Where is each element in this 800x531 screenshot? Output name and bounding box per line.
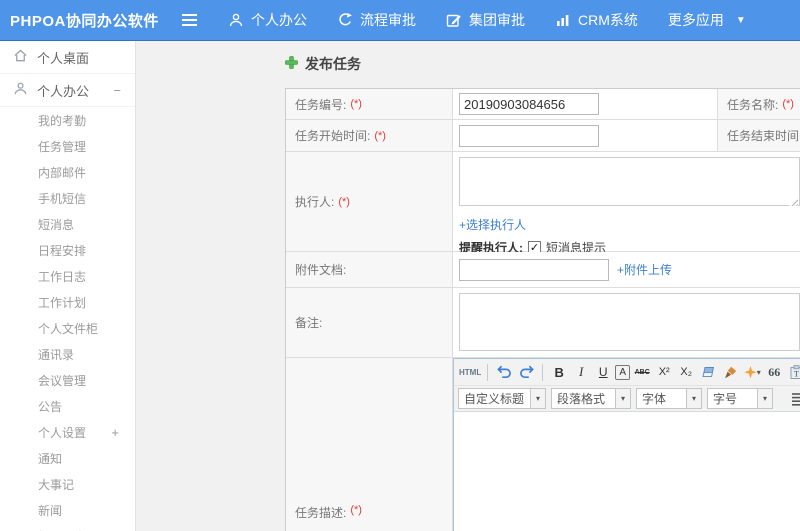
paste-clipboard-icon[interactable]: T (786, 362, 800, 382)
paragraph-format-select[interactable]: 段落格式 ▾ (551, 388, 631, 409)
description-label: 任务描述: (*) (286, 358, 453, 531)
sidebar: 个人桌面 个人办公 − 我的考勤 任务管理 内部邮件 手机短信 短消息 日程安排… (0, 41, 136, 531)
edit-square-icon (446, 12, 462, 28)
subscript-button[interactable]: X₂ (676, 362, 696, 382)
app-logo: PHPOA协同办公软件 (10, 12, 159, 30)
form-row: 备注: (286, 288, 800, 358)
bold-button[interactable]: B (549, 362, 569, 382)
form-row: 任务编号:(*) 任务名称:(*) (286, 89, 800, 120)
sidebar-item[interactable]: 会议管理 (0, 367, 135, 393)
attachment-input[interactable] (459, 258, 609, 281)
sidebar-item[interactable]: 我的考勤 (0, 107, 135, 133)
collapse-icon[interactable]: − (113, 83, 121, 98)
nav-crm-system[interactable]: CRM系统 (555, 10, 638, 30)
eraser-icon[interactable] (698, 362, 718, 382)
remark-label: 备注: (286, 288, 453, 357)
strikethrough-button[interactable]: ABC (632, 362, 652, 382)
undo-icon[interactable] (494, 362, 514, 382)
app-window: PHPOA协同办公软件 个人办公 流程审批 集团审批 CRM系统 更多应用 ▼ … (0, 0, 800, 531)
task-name-label: 任务名称: (*) (718, 89, 800, 119)
attachment-label: 附件文档: (286, 252, 453, 287)
sidebar-item-personal-office[interactable]: 个人办公 − (0, 74, 135, 107)
publish-task-form: 任务编号:(*) 任务名称:(*) 任务开始时间:(*) (285, 88, 800, 531)
sidebar-item[interactable]: 通知 (0, 445, 135, 471)
font-style-button[interactable]: A (615, 364, 631, 380)
start-time-label: 任务开始时间: (*) (286, 120, 453, 151)
nav-personal-office[interactable]: 个人办公 (228, 10, 307, 30)
svg-text:T: T (794, 369, 799, 378)
chevron-down-icon: ▾ (756, 367, 761, 377)
sidebar-item[interactable]: 短消息 (0, 211, 135, 237)
chevron-down-icon[interactable]: ▼ (736, 15, 746, 26)
top-bar: PHPOA协同办公软件 个人办公 流程审批 集团审批 CRM系统 更多应用 ▼ (0, 0, 800, 41)
sidebar-item[interactable]: 工作日志 (0, 263, 135, 289)
choose-executor-link[interactable]: +选择执行人 (459, 216, 526, 233)
expand-icon[interactable]: + (111, 425, 119, 440)
form-row: 附件文档: +附件上传 (286, 252, 800, 288)
user-icon (228, 12, 244, 28)
nav-more-apps[interactable]: 更多应用 (668, 10, 724, 30)
sidebar-item-desktop[interactable]: 个人桌面 (0, 41, 135, 74)
chevron-down-icon: ▾ (615, 389, 630, 408)
rich-text-editor: HTML B I U A ABC X² X₂ ▾ 66 T 自定义标题 ▾ 段落… (453, 358, 800, 531)
redo-icon[interactable] (516, 362, 536, 382)
green-plus-icon (285, 56, 298, 72)
html-source-button[interactable]: HTML (459, 362, 481, 382)
sidebar-item[interactable]: 投票调查 (0, 523, 135, 531)
sidebar-item[interactable]: 个人设置 + (0, 419, 135, 445)
editor-content-area[interactable] (454, 412, 800, 531)
start-time-input[interactable] (459, 124, 599, 147)
sidebar-item[interactable]: 公告 (0, 393, 135, 419)
form-row: 任务开始时间:(*) 任务结束时间:(*) (286, 120, 800, 152)
nav-process-approval[interactable]: 流程审批 (337, 10, 416, 30)
blockquote-button[interactable]: 66 (764, 362, 784, 382)
editor-toolbar-row2: 自定义标题 ▾ 段落格式 ▾ 字体 ▾ 字号 ▾ (454, 386, 800, 412)
form-row: 任务描述: (*) HTML B I U A ABC X² X₂ ▾ 66 T … (286, 358, 800, 531)
sidebar-item[interactable]: 任务管理 (0, 133, 135, 159)
sidebar-item[interactable]: 大事记 (0, 471, 135, 497)
editor-toolbar-row1: HTML B I U A ABC X² X₂ ▾ 66 T (454, 359, 800, 386)
font-family-select[interactable]: 字体 ▾ (636, 388, 702, 409)
magic-wand-icon[interactable]: ▾ (742, 362, 762, 382)
main-content: 发布任务 任务编号:(*) 任务名称:(*) (136, 41, 800, 531)
chevron-down-icon: ▾ (757, 389, 772, 408)
home-icon (13, 48, 28, 66)
align-left-icon[interactable] (789, 389, 800, 409)
format-brush-icon[interactable] (720, 362, 740, 382)
form-row: 执行人: (*) +选择执行人 提醒执行人: ✓ 短消息提示 (286, 152, 800, 255)
font-size-select[interactable]: 字号 ▾ (707, 388, 773, 409)
task-number-label: 任务编号: (*) (286, 89, 453, 119)
superscript-button[interactable]: X² (654, 362, 674, 382)
attachment-upload-link[interactable]: +附件上传 (617, 261, 672, 278)
task-number-input[interactable] (459, 93, 599, 115)
bar-chart-icon (555, 12, 571, 28)
sidebar-item[interactable]: 新闻 (0, 497, 135, 523)
process-cycle-icon (337, 12, 353, 28)
underline-button[interactable]: U (593, 362, 613, 382)
sidebar-item[interactable]: 手机短信 (0, 185, 135, 211)
executor-label: 执行人: (*) (286, 152, 453, 251)
sidebar-item[interactable]: 通讯录 (0, 341, 135, 367)
chevron-down-icon: ▾ (530, 389, 545, 408)
sidebar-item[interactable]: 个人文件柜 (0, 315, 135, 341)
chevron-down-icon: ▾ (686, 389, 701, 408)
remark-textarea[interactable] (459, 293, 800, 351)
executor-textarea[interactable] (459, 157, 800, 206)
custom-heading-select[interactable]: 自定义标题 ▾ (458, 388, 546, 409)
nav-group-approval[interactable]: 集团审批 (446, 10, 525, 30)
sidebar-submenu: 我的考勤 任务管理 内部邮件 手机短信 短消息 日程安排 工作日志 工作计划 个… (0, 107, 135, 531)
user-icon (13, 81, 28, 99)
menu-toggle-icon[interactable] (182, 10, 202, 30)
end-time-label: 任务结束时间:(*) (718, 120, 800, 151)
italic-button[interactable]: I (571, 362, 591, 382)
sidebar-item[interactable]: 日程安排 (0, 237, 135, 263)
sidebar-item[interactable]: 工作计划 (0, 289, 135, 315)
page-title: 发布任务 (285, 55, 800, 73)
sidebar-item[interactable]: 内部邮件 (0, 159, 135, 185)
